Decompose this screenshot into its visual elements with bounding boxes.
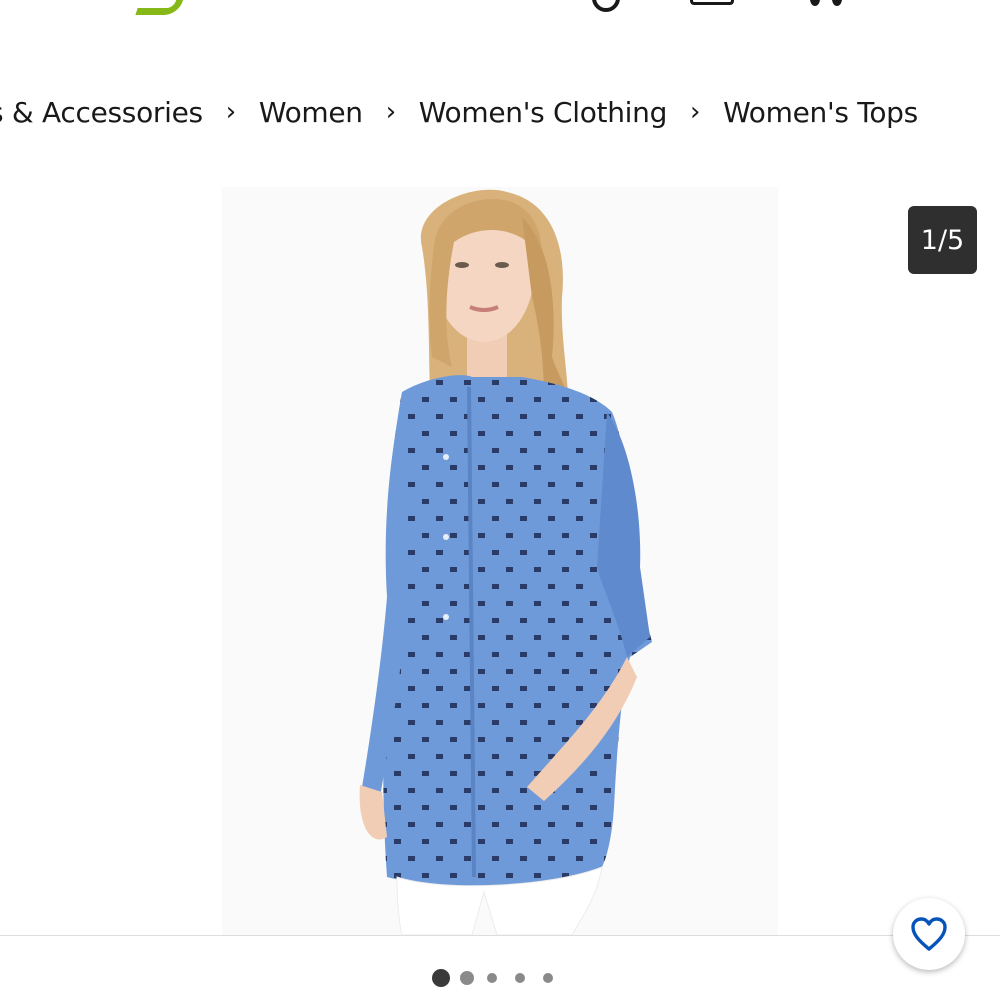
cart-icon[interactable] bbox=[690, 0, 734, 5]
chevron-right-icon: › bbox=[385, 97, 396, 127]
heart-outline-icon bbox=[911, 917, 947, 951]
product-photo-illustration bbox=[359, 189, 652, 935]
breadcrumb: s & Accessories › Women › Women's Clothi… bbox=[0, 92, 918, 132]
search-icon[interactable] bbox=[592, 0, 620, 12]
menu-icon[interactable] bbox=[810, 0, 820, 6]
image-pager bbox=[432, 968, 553, 988]
menu-icon-dot bbox=[832, 0, 842, 6]
ebay-logo-icon[interactable] bbox=[135, 0, 188, 15]
breadcrumb-item-womens-clothing[interactable]: Women's Clothing bbox=[419, 96, 668, 129]
breadcrumb-item-accessories[interactable]: s & Accessories bbox=[0, 96, 203, 129]
pager-dot-5[interactable] bbox=[543, 973, 553, 983]
product-image-gallery[interactable]: 1/5 bbox=[0, 165, 1000, 937]
gallery-divider bbox=[0, 935, 1000, 936]
breadcrumb-item-womens-tops[interactable]: Women's Tops bbox=[723, 96, 918, 129]
pager-dot-4[interactable] bbox=[515, 973, 525, 983]
top-header bbox=[0, 0, 1000, 20]
watch-button[interactable] bbox=[893, 898, 965, 970]
image-counter: 1/5 bbox=[908, 206, 977, 274]
pager-dot-2[interactable] bbox=[460, 971, 474, 985]
breadcrumb-item-women[interactable]: Women bbox=[259, 96, 363, 129]
pager-dot-3[interactable] bbox=[487, 973, 497, 983]
chevron-right-icon: › bbox=[225, 97, 236, 127]
chevron-right-icon: › bbox=[690, 97, 701, 127]
product-photo[interactable] bbox=[222, 187, 778, 935]
pager-dot-1[interactable] bbox=[432, 969, 450, 987]
